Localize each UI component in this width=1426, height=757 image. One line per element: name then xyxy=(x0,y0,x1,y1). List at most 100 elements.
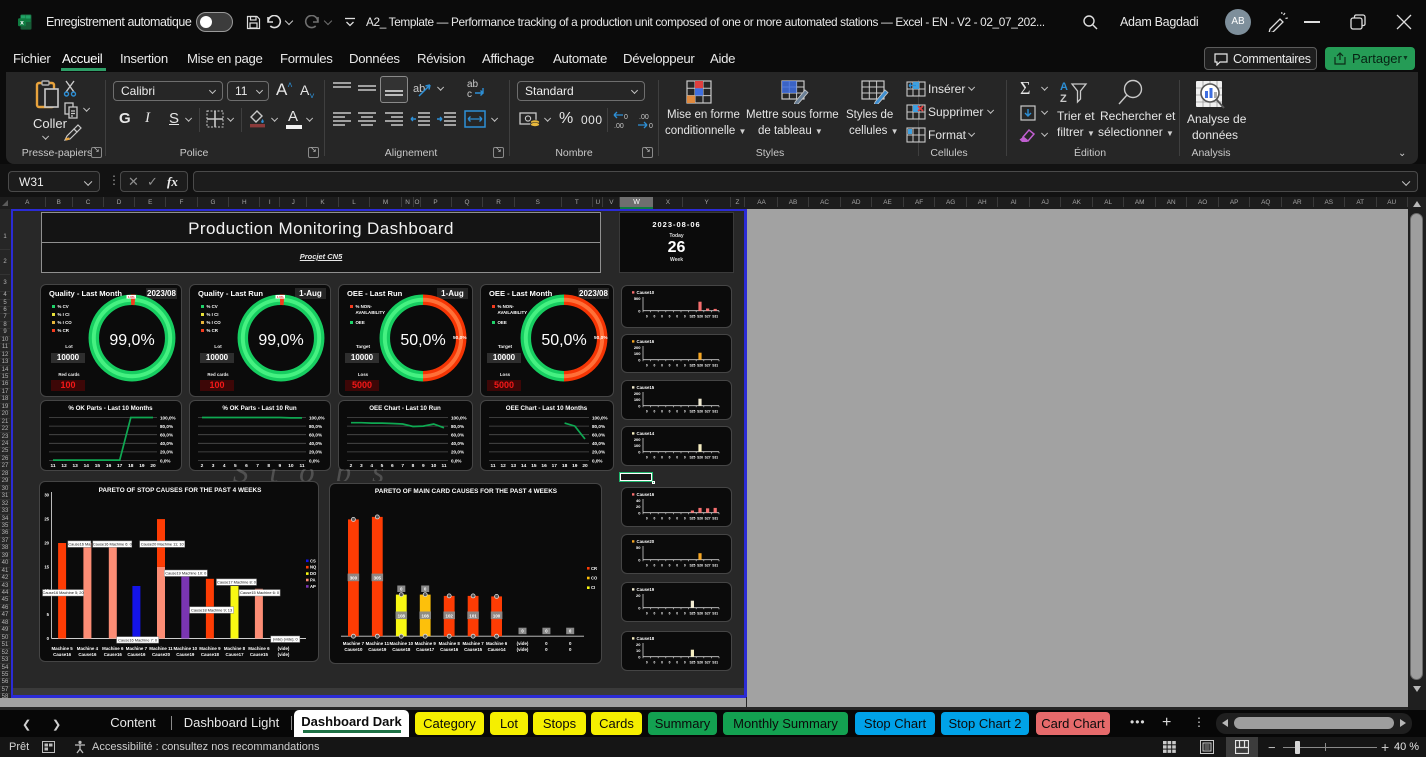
svg-text:(vide): (vide) xyxy=(277,646,289,651)
svg-text:0: 0 xyxy=(645,456,647,460)
svg-text:0: 0 xyxy=(683,517,685,521)
svg-text:Cause17 Machine 8: 0: Cause17 Machine 8: 0 xyxy=(217,579,257,584)
svg-text:S27: S27 xyxy=(704,612,710,616)
svg-text:0: 0 xyxy=(668,517,670,521)
svg-text:100,0%: 100,0% xyxy=(160,415,176,420)
svg-text:Machine 8: Machine 8 xyxy=(223,646,245,651)
svg-text:S26: S26 xyxy=(697,410,703,414)
svg-text:100: 100 xyxy=(633,351,640,356)
svg-text:0: 0 xyxy=(653,410,655,414)
svg-text:0: 0 xyxy=(46,636,49,641)
svg-text:Machine 7: Machine 7 xyxy=(343,641,365,646)
svg-text:Cause10: Cause10 xyxy=(636,290,654,295)
svg-text:0,0%: 0,0% xyxy=(309,458,319,463)
svg-text:18: 18 xyxy=(562,463,568,469)
svg-text:CR: CR xyxy=(591,565,597,570)
svg-text:Cause16: Cause16 xyxy=(636,339,654,344)
svg-text:0: 0 xyxy=(638,403,641,408)
svg-text:Cause15: Cause15 xyxy=(249,652,268,657)
svg-text:60,0%: 60,0% xyxy=(592,433,605,438)
svg-text:20,0%: 20,0% xyxy=(451,450,464,455)
svg-text:1,0%: 1,0% xyxy=(128,295,135,299)
svg-text:0: 0 xyxy=(649,123,653,129)
svg-text:0: 0 xyxy=(661,456,663,460)
svg-text:101: 101 xyxy=(469,613,477,618)
svg-text:0: 0 xyxy=(668,456,670,460)
svg-text:0: 0 xyxy=(569,647,572,652)
svg-text:Cause18: Cause18 xyxy=(392,647,411,652)
svg-text:0: 0 xyxy=(676,612,678,616)
svg-text:PARETO OF STOP CAUSES FOR THE: PARETO OF STOP CAUSES FOR THE PAST 4 WEE… xyxy=(98,487,261,494)
svg-text:0: 0 xyxy=(545,647,548,652)
svg-text:0: 0 xyxy=(676,564,678,568)
svg-text:20,0%: 20,0% xyxy=(592,450,605,455)
svg-text:100: 100 xyxy=(633,397,640,402)
svg-text:CS: CS xyxy=(310,558,316,563)
svg-text:0: 0 xyxy=(645,517,647,521)
svg-text:0: 0 xyxy=(676,410,678,414)
svg-text:Cause20 Machine 11; 10: Cause20 Machine 11; 10 xyxy=(140,541,184,546)
svg-text:0: 0 xyxy=(545,641,548,646)
svg-text:Machine 6: Machine 6 xyxy=(486,641,508,646)
svg-text:PA: PA xyxy=(310,577,316,582)
svg-text:Cause16 Machine 7: 0: Cause16 Machine 7: 0 xyxy=(118,637,158,642)
svg-text:500: 500 xyxy=(633,296,640,301)
svg-text:300: 300 xyxy=(350,575,358,580)
svg-text:S26: S26 xyxy=(697,612,703,616)
svg-text:0: 0 xyxy=(683,456,685,460)
svg-text:80,0%: 80,0% xyxy=(592,424,605,429)
svg-text:0: 0 xyxy=(683,410,685,414)
svg-text:0: 0 xyxy=(661,410,663,414)
svg-text:0: 0 xyxy=(676,517,678,521)
svg-text:1,0%: 1,0% xyxy=(277,295,284,299)
svg-text:Cause16: Cause16 xyxy=(78,652,97,657)
svg-text:S26: S26 xyxy=(697,564,703,568)
svg-text:12: 12 xyxy=(61,463,67,469)
svg-text:17: 17 xyxy=(552,463,558,469)
svg-text:(vide): (vide) xyxy=(517,641,529,646)
svg-text:0,0%: 0,0% xyxy=(592,458,602,463)
svg-text:0: 0 xyxy=(683,363,685,367)
svg-text:Cause15: Cause15 xyxy=(464,647,483,652)
svg-text:0: 0 xyxy=(661,517,663,521)
svg-text:S31: S31 xyxy=(712,517,718,521)
svg-text:Cause17: Cause17 xyxy=(416,647,435,652)
svg-text:S31: S31 xyxy=(712,315,718,319)
svg-text:Machine 9: Machine 9 xyxy=(199,646,221,651)
svg-text:S31: S31 xyxy=(712,410,718,414)
svg-text:Machine 11: Machine 11 xyxy=(149,646,173,651)
svg-text:Cause19 Machine 10: 0: Cause19 Machine 10: 0 xyxy=(165,570,207,575)
svg-text:S26: S26 xyxy=(697,660,703,664)
svg-text:S26: S26 xyxy=(697,363,703,367)
svg-text:0: 0 xyxy=(638,510,641,515)
svg-text:(vide): (vide) xyxy=(517,647,529,652)
svg-text:0,0%: 0,0% xyxy=(160,458,170,463)
svg-text:Cause18 Machine 9; 13: Cause18 Machine 9; 13 xyxy=(191,607,232,612)
svg-text:0: 0 xyxy=(653,517,655,521)
svg-text:0: 0 xyxy=(645,315,647,319)
svg-text:Machine 6: Machine 6 xyxy=(102,646,124,651)
svg-text:Cause17: Cause17 xyxy=(225,652,244,657)
svg-text:Cause14: Cause14 xyxy=(488,647,507,652)
svg-text:0: 0 xyxy=(653,456,655,460)
svg-text:0: 0 xyxy=(683,315,685,319)
svg-text:19: 19 xyxy=(139,463,145,469)
svg-text:Machine 9: Machine 9 xyxy=(415,641,437,646)
svg-text:Cause14: Cause14 xyxy=(636,431,654,436)
svg-text:S26: S26 xyxy=(697,315,703,319)
svg-text:S26: S26 xyxy=(697,517,703,521)
svg-text:15: 15 xyxy=(531,463,537,469)
svg-text:0: 0 xyxy=(661,612,663,616)
svg-text:S27: S27 xyxy=(704,517,710,521)
svg-text:S27: S27 xyxy=(704,315,710,319)
svg-text:0: 0 xyxy=(683,660,685,664)
svg-text:0: 0 xyxy=(668,315,670,319)
svg-text:40,0%: 40,0% xyxy=(160,441,173,446)
svg-text:Machine 8: Machine 8 xyxy=(439,641,461,646)
svg-text:17: 17 xyxy=(117,463,123,469)
svg-text:20,0%: 20,0% xyxy=(160,450,173,455)
svg-text:Machine 10: Machine 10 xyxy=(173,646,197,651)
svg-text:% OK Parts - Last 10 Run: % OK Parts - Last 10 Run xyxy=(222,405,296,412)
svg-text:S31: S31 xyxy=(712,564,718,568)
svg-text:0: 0 xyxy=(638,308,641,313)
